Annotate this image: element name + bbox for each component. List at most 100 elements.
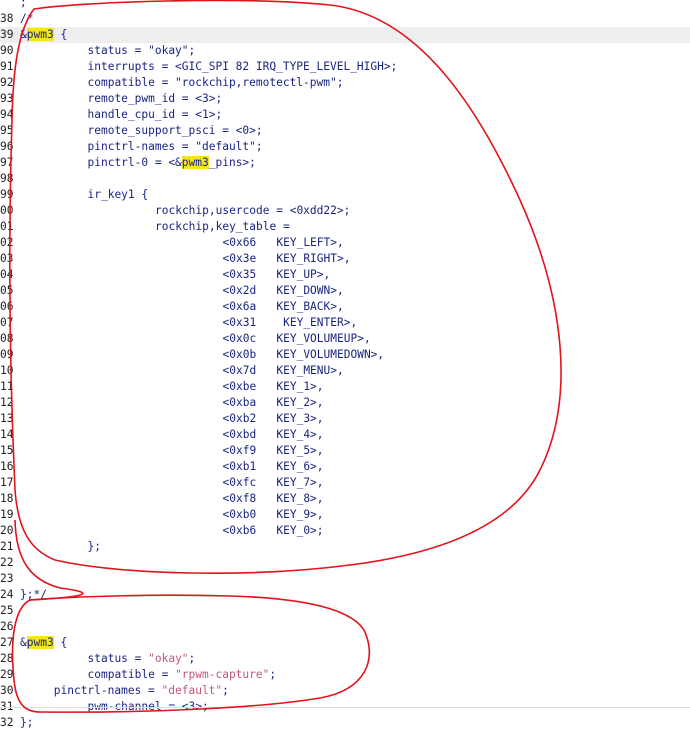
code-text-segment: ;: [20, 0, 27, 9]
code-line[interactable]: 03 <0x3e KEY_RIGHT>,: [0, 251, 690, 267]
code-line[interactable]: 38 /*: [0, 11, 690, 27]
code-text: <0x0c KEY_VOLUMEUP>,: [223, 331, 371, 347]
code-text: &pwm3 {: [20, 27, 67, 43]
code-text: interrupts = <GIC_SPI 82 IRQ_TYPE_LEVEL_…: [88, 59, 398, 75]
code-text: <0xb1 KEY_6>,: [223, 459, 324, 475]
code-line[interactable]: 07 <0x31 KEY_ENTER>,: [0, 315, 690, 331]
code-text: <0xfc KEY_7>,: [223, 475, 324, 491]
line-number: 27: [0, 636, 14, 649]
code-line[interactable]: 06 <0x6a KEY_BACK>,: [0, 299, 690, 315]
line-number: [0, 0, 16, 11]
code-line[interactable]: 90 status = "okay";: [0, 43, 690, 59]
code-text-segment: rockchip,key_table =: [155, 220, 290, 233]
code-line[interactable]: 93 remote_pwm_id = <3>;: [0, 91, 690, 107]
code-text-segment: <0x3e KEY_RIGHT>,: [222, 252, 351, 265]
code-line[interactable]: 01 rockchip,key_table =: [0, 219, 690, 235]
code-line[interactable]: 16 <0xb1 KEY_6>,: [0, 459, 690, 475]
line-number: 02: [0, 236, 14, 249]
code-editor[interactable]: ; 38/* 39 &pwm3 {90 status = "okay"; 91 interr…: [0, 0, 690, 729]
code-text-segment: <0x66 KEY_LEFT>,: [222, 236, 344, 249]
line-number: 28: [0, 652, 14, 665]
code-line[interactable]: 23: [0, 571, 690, 587]
code-line[interactable]: 30 pinctrl-names = "default";: [0, 683, 690, 699]
line-number: 26: [0, 620, 14, 633]
editor-bottom-border: [0, 707, 690, 708]
line-number: 25: [0, 604, 14, 617]
line-number: 21: [0, 540, 14, 553]
string-literal: "default": [161, 684, 223, 697]
line-number: 14: [0, 428, 14, 441]
code-text: pinctrl-names = "default";: [54, 683, 229, 699]
code-text: <0x0b KEY_VOLUMEDOWN>,: [223, 347, 385, 363]
code-line[interactable]: 02 <0x66 KEY_LEFT>,: [0, 235, 690, 251]
code-line[interactable]: 00 rockchip,usercode = <0xdd22>;: [0, 203, 690, 219]
code-line[interactable]: 09 <0x0b KEY_VOLUMEDOWN>,: [0, 347, 690, 363]
code-line[interactable]: 14 <0xbd KEY_4>,: [0, 427, 690, 443]
code-line[interactable]: 24};*/: [0, 587, 690, 603]
code-line[interactable]: 94 handle_cpu_id = <1>;: [0, 107, 690, 123]
code-text-segment: compatible =: [87, 668, 176, 681]
code-line[interactable]: 95 remote_support_psci = <0>;: [0, 123, 690, 139]
code-line[interactable]: 04 <0x35 KEY_UP>,: [0, 267, 690, 283]
code-text: <0x7d KEY_MENU>,: [223, 363, 344, 379]
code-text-segment: status = "okay";: [87, 44, 196, 57]
code-line[interactable]: 99 ir_key1 {: [0, 187, 690, 203]
code-line[interactable]: 92 compatible = "rockchip,remotectl-pwm";: [0, 75, 690, 91]
code-text-segment: ;: [222, 684, 229, 697]
line-number: 90: [0, 44, 14, 57]
code-line[interactable]: 27 &pwm3 {: [0, 635, 690, 651]
line-number: 29: [0, 668, 14, 681]
code-text: <0xbd KEY_4>,: [223, 427, 324, 443]
line-number: 08: [0, 332, 14, 345]
code-line[interactable]: 05 <0x2d KEY_DOWN>,: [0, 283, 690, 299]
code-text-segment: {: [53, 636, 68, 649]
code-line[interactable]: 13 <0xb2 KEY_3>,: [0, 411, 690, 427]
code-line[interactable]: 26: [0, 619, 690, 635]
line-number: 30: [0, 684, 14, 697]
code-line[interactable]: 20 <0xb6 KEY_0>;: [0, 523, 690, 539]
code-text: ir_key1 {: [88, 187, 149, 203]
code-line[interactable]: 98: [0, 171, 690, 187]
code-text-segment: interrupts = <GIC_SPI 82 IRQ_TYPE_LEVEL_…: [87, 60, 398, 73]
code-line[interactable]: 18 <0xf8 KEY_8>,: [0, 491, 690, 507]
code-line[interactable]: 28 status = "okay";: [0, 651, 690, 667]
code-line[interactable]: 15 <0xf9 KEY_5>,: [0, 443, 690, 459]
code-line[interactable]: 96 pinctrl-names = "default";: [0, 139, 690, 155]
code-line[interactable]: 39 &pwm3 {: [0, 27, 690, 43]
code-text-segment: ir_key1 {: [87, 188, 149, 201]
line-number: 00: [0, 204, 14, 217]
code-line[interactable]: 29 compatible = "rpwm-capture";: [0, 667, 690, 683]
code-text-segment: <0xbd KEY_4>,: [222, 428, 324, 441]
code-line[interactable]: 10 <0x7d KEY_MENU>,: [0, 363, 690, 379]
code-line[interactable]: 17 <0xfc KEY_7>,: [0, 475, 690, 491]
code-text-segment: handle_cpu_id = <1>;: [87, 108, 223, 121]
line-number: 19: [0, 508, 14, 521]
code-text-segment: pinctrl-names = "default";: [87, 140, 263, 153]
code-line[interactable]: 12 <0xba KEY_2>,: [0, 395, 690, 411]
code-text-segment: <0xba KEY_2>,: [222, 396, 324, 409]
code-line[interactable]: ;: [0, 0, 690, 11]
line-number: 17: [0, 476, 14, 489]
search-match-highlight: pwm3: [26, 28, 54, 41]
code-line[interactable]: 32};: [0, 715, 690, 731]
code-line[interactable]: 97 pinctrl-0 = <&pwm3_pins>;: [0, 155, 690, 171]
code-text: <0xf8 KEY_8>,: [223, 491, 324, 507]
code-text: <0xba KEY_2>,: [223, 395, 324, 411]
code-text: };: [20, 715, 33, 731]
code-text: <0xb0 KEY_9>,: [223, 507, 324, 523]
code-text: &pwm3 {: [20, 635, 67, 651]
line-number: 38: [0, 12, 14, 25]
code-line[interactable]: 25: [0, 603, 690, 619]
code-text-segment: compatible = "rockchip,remotectl-pwm";: [87, 76, 344, 89]
code-text-segment: <0xf8 KEY_8>,: [222, 492, 324, 505]
code-line[interactable]: 19 <0xb0 KEY_9>,: [0, 507, 690, 523]
code-line[interactable]: 91 interrupts = <GIC_SPI 82 IRQ_TYPE_LEVE…: [0, 59, 690, 75]
code-text: <0x6a KEY_BACK>,: [223, 299, 344, 315]
code-line[interactable]: 21};: [0, 539, 690, 555]
code-line[interactable]: 22: [0, 555, 690, 571]
line-number: 12: [0, 396, 14, 409]
code-line[interactable]: 11 <0xbe KEY_1>,: [0, 379, 690, 395]
code-line[interactable]: 08 <0x0c KEY_VOLUMEUP>,: [0, 331, 690, 347]
code-text-segment: remote_pwm_id = <3>;: [87, 92, 223, 105]
line-number: 92: [0, 76, 14, 89]
